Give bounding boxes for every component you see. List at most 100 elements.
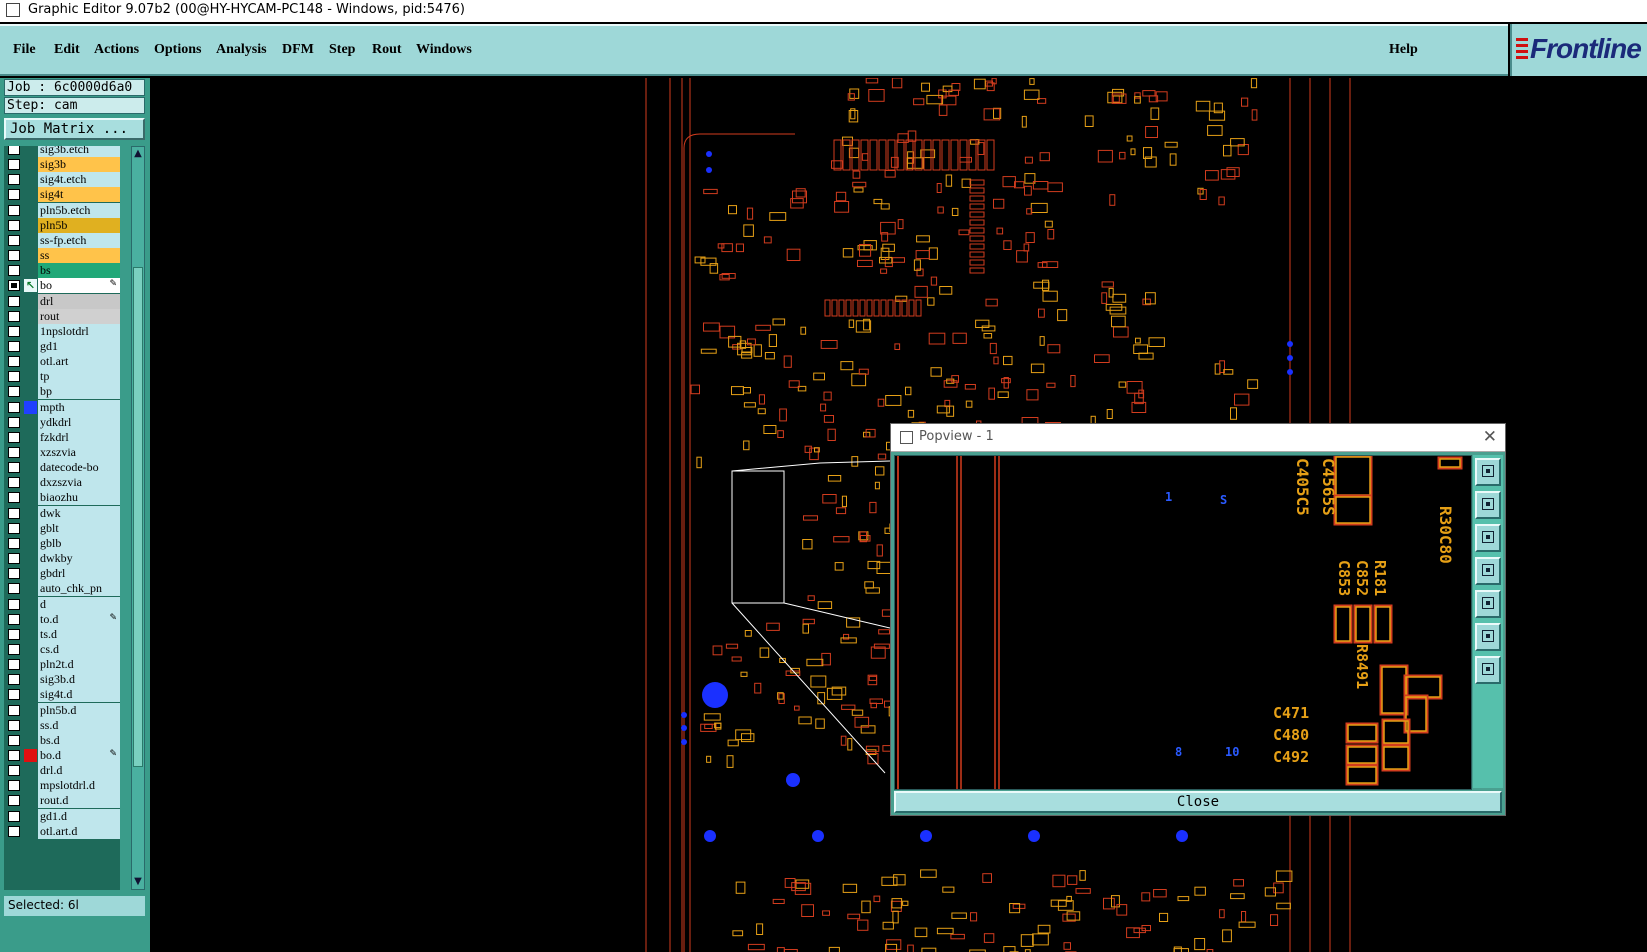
menu-analysis[interactable]: Analysis <box>216 42 267 58</box>
layer-row[interactable]: gblt <box>4 520 120 536</box>
layer-checkbox[interactable] <box>8 643 20 655</box>
popview-close-button[interactable]: Close <box>894 791 1502 813</box>
layer-checkbox[interactable] <box>8 719 20 731</box>
layer-row[interactable]: gblb <box>4 535 120 551</box>
layer-row[interactable]: ↖ bo ✎ <box>4 278 120 294</box>
layer-checkbox[interactable] <box>8 431 20 443</box>
layer-checkbox[interactable] <box>8 280 20 292</box>
layer-row[interactable]: ss.d <box>4 717 120 733</box>
layer-checkbox[interactable] <box>8 295 20 307</box>
popview-canvas[interactable]: 1 S 8 10 C405C5 C4565S R30C80 C853 C852 R181 C471 C… <box>894 455 1472 790</box>
layer-row[interactable]: biaozhu <box>4 490 120 506</box>
layer-name[interactable]: tp <box>38 369 120 385</box>
layer-name[interactable]: mpslotdrl.d <box>38 778 120 794</box>
layer-row[interactable]: otl.art <box>4 354 120 370</box>
layer-row[interactable]: rout <box>4 308 120 324</box>
job-matrix-button[interactable]: Job Matrix ... <box>4 118 145 140</box>
layer-row[interactable]: sig4t.d <box>4 687 120 703</box>
scroll-down-icon[interactable]: ▼ <box>133 876 143 888</box>
layer-name[interactable]: sig4t <box>38 187 120 203</box>
layer-checkbox[interactable] <box>8 583 20 595</box>
layer-row[interactable]: sig4t.etch <box>4 172 120 188</box>
layer-row[interactable]: ss <box>4 248 120 264</box>
layer-row[interactable]: mpth <box>4 399 120 415</box>
layer-name[interactable]: bo.d <box>38 748 120 763</box>
layer-name[interactable]: otl.art.d <box>38 823 120 839</box>
layer-name[interactable]: sig3b.d <box>38 672 120 688</box>
layer-row[interactable]: pln2t.d <box>4 657 120 673</box>
layer-checkbox[interactable] <box>8 734 20 746</box>
layer-checkbox[interactable] <box>8 146 20 155</box>
layer-name[interactable]: to.d <box>38 611 120 627</box>
layer-name[interactable]: ss-fp.etch <box>38 232 120 248</box>
layer-name[interactable]: dwk <box>38 505 120 521</box>
layer-name[interactable]: pln5b.etch <box>38 202 120 218</box>
layer-name[interactable]: bs.d <box>38 732 120 748</box>
layer-row[interactable]: ss-fp.etch <box>4 232 120 248</box>
layer-checkbox[interactable] <box>8 553 20 565</box>
layer-name[interactable]: ss.d <box>38 717 120 733</box>
layer-name[interactable]: ss <box>38 248 120 264</box>
layer-row[interactable]: cs.d <box>4 641 120 657</box>
layer-checkbox[interactable] <box>8 492 20 504</box>
layer-row[interactable]: drl <box>4 293 120 309</box>
layer-name[interactable]: gd1.d <box>38 808 120 824</box>
layer-name[interactable]: sig3b <box>38 157 120 173</box>
layer-name[interactable]: biaozhu <box>38 490 120 506</box>
layer-row[interactable]: otl.art.d <box>4 823 120 839</box>
layer-name[interactable]: bp <box>38 384 120 400</box>
layer-name[interactable]: drl.d <box>38 763 120 779</box>
layer-name[interactable]: gblt <box>38 520 120 536</box>
layer-row[interactable]: drl.d <box>4 763 120 779</box>
menu-options[interactable]: Options <box>154 42 201 58</box>
layer-row[interactable]: to.d ✎ <box>4 611 120 627</box>
layer-name[interactable]: sig4t.etch <box>38 172 120 188</box>
layer-checkbox[interactable] <box>8 356 20 368</box>
layer-checkbox[interactable] <box>8 462 20 474</box>
layer-name[interactable]: gblb <box>38 535 120 551</box>
scrollbar-thumb[interactable] <box>133 267 143 767</box>
layer-checkbox[interactable] <box>8 219 20 231</box>
layer-row[interactable]: datecode-bo <box>4 460 120 476</box>
layer-checkbox[interactable] <box>8 628 20 640</box>
layer-name[interactable]: rout <box>38 308 120 324</box>
layer-row[interactable]: tp <box>4 369 120 385</box>
layer-name[interactable]: auto_chk_pn <box>38 581 120 597</box>
layer-name[interactable]: pln2t.d <box>38 657 120 673</box>
layer-row[interactable]: rout.d <box>4 793 120 809</box>
layer-row[interactable]: pln5b.etch <box>4 202 120 218</box>
layer-row[interactable]: sig3b.d <box>4 672 120 688</box>
layer-row[interactable]: sig3b <box>4 157 120 173</box>
layer-checkbox[interactable] <box>8 447 20 458</box>
menu-actions[interactable]: Actions <box>94 42 139 58</box>
layer-checkbox[interactable] <box>8 795 20 807</box>
menu-file[interactable]: File <box>13 42 36 58</box>
layer-row[interactable]: dxzszvia <box>4 475 120 491</box>
layer-list-scrollbar[interactable]: ▲ ▼ <box>131 146 145 890</box>
layer-name[interactable]: xzszvia <box>38 445 120 460</box>
layer-name[interactable]: ydkdrl <box>38 414 120 430</box>
layer-name[interactable]: datecode-bo <box>38 460 120 476</box>
layer-list[interactable]: sig3b.etch sig3b sig4t.etch sig4t pln5b.etch… <box>4 146 120 890</box>
layer-checkbox[interactable] <box>8 659 20 671</box>
menu-step[interactable]: Step <box>329 42 355 58</box>
layer-row[interactable]: ts.d <box>4 626 120 642</box>
popview-drawing[interactable]: 1 S 8 10 C405C5 C4565S R30C80 C853 C852 R181 C471 C… <box>895 456 1471 789</box>
layer-name[interactable]: pln5b.d <box>38 702 120 718</box>
layer-checkbox[interactable] <box>8 689 20 701</box>
layer-checkbox[interactable] <box>8 250 20 262</box>
layer-checkbox[interactable] <box>8 416 20 428</box>
layer-checkbox[interactable] <box>8 234 20 246</box>
layer-name[interactable]: mpth <box>38 399 120 415</box>
layer-row[interactable]: sig4t <box>4 187 120 203</box>
layer-name[interactable]: gbdrl <box>38 566 120 582</box>
layer-row[interactable]: gd1.d <box>4 808 120 824</box>
layer-checkbox[interactable] <box>8 598 20 610</box>
layer-checkbox[interactable] <box>8 613 20 625</box>
layer-row[interactable]: pln5b <box>4 217 120 233</box>
layer-row[interactable]: bo.d ✎ <box>4 748 120 763</box>
layer-name[interactable]: dwkby <box>38 551 120 567</box>
layer-checkbox[interactable] <box>8 568 20 580</box>
layer-checkbox[interactable] <box>8 174 20 186</box>
menu-edit[interactable]: Edit <box>54 42 80 58</box>
